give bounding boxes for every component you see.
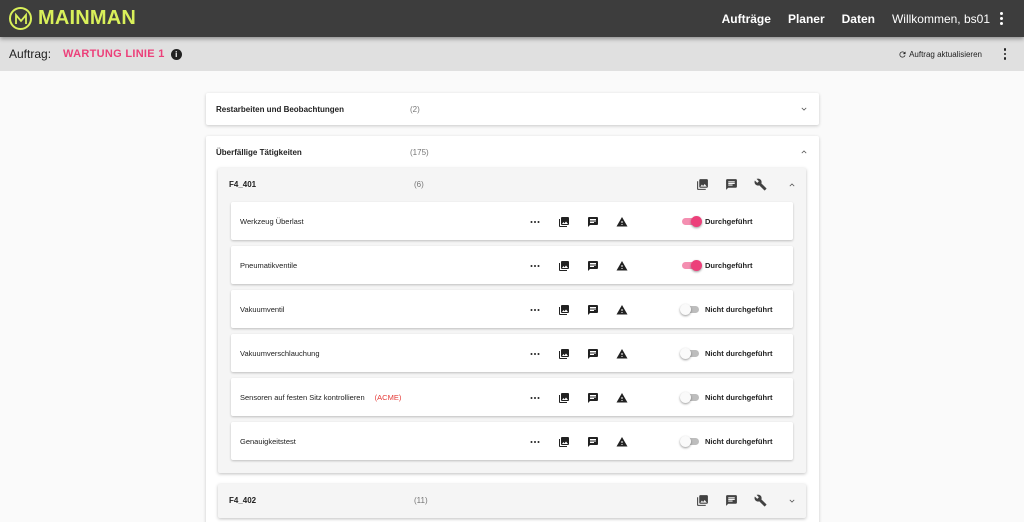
- order-label: Auftrag:: [9, 47, 52, 61]
- task-row[interactable]: Werkzeug Überlast Durchgeführt: [231, 202, 793, 240]
- chevron-down-icon[interactable]: [799, 104, 809, 114]
- warning-icon[interactable]: [616, 259, 628, 271]
- more-icon[interactable]: [529, 391, 541, 403]
- task-name: Genauigkeitstest: [240, 437, 306, 446]
- more-icon[interactable]: [529, 215, 541, 227]
- task-name: Werkzeug Überlast: [240, 217, 314, 226]
- task-title: Werkzeug Überlast: [240, 217, 304, 226]
- done-toggle[interactable]: [680, 304, 702, 315]
- gallery-icon[interactable]: [558, 391, 570, 403]
- group-count: (6): [414, 180, 424, 189]
- comment-icon[interactable]: [725, 494, 738, 507]
- refresh-label: Auftrag aktualisieren: [909, 49, 982, 59]
- gallery-icon[interactable]: [696, 178, 709, 191]
- done-toggle[interactable]: [680, 216, 702, 227]
- comment-icon[interactable]: [587, 215, 599, 227]
- wrench-icon[interactable]: [754, 178, 767, 191]
- task-status: Nicht durchgeführt: [705, 393, 773, 402]
- warning-icon[interactable]: [616, 435, 628, 447]
- more-icon[interactable]: [529, 347, 541, 359]
- group-count: (11): [414, 496, 428, 505]
- task-status: Durchgeführt: [705, 261, 753, 270]
- task-status: Nicht durchgeführt: [705, 349, 773, 358]
- comment-icon[interactable]: [587, 435, 599, 447]
- task-extra: (ACME): [374, 393, 402, 402]
- comment-icon[interactable]: [587, 347, 599, 359]
- task-name: Sensoren auf festen Sitz kontrollieren (A…: [240, 393, 401, 402]
- task-name: Pneumatikventile: [240, 261, 307, 270]
- user-greeting[interactable]: Willkommen, bs01: [892, 12, 990, 26]
- warning-icon[interactable]: [616, 391, 628, 403]
- user-menu-icon[interactable]: [994, 10, 1008, 28]
- gallery-icon[interactable]: [696, 494, 709, 507]
- section-title: Überfällige Tätigkeiten: [216, 147, 302, 157]
- task-row[interactable]: Vakuumverschlauchung Nicht durchgeführt: [231, 334, 793, 372]
- warning-icon[interactable]: [616, 303, 628, 315]
- gallery-icon[interactable]: [558, 435, 570, 447]
- gallery-icon[interactable]: [558, 303, 570, 315]
- task-name: Vakuumverschlauchung: [240, 349, 330, 358]
- task-title: Vakuumventil: [240, 305, 285, 314]
- order-bar: Auftrag: WARTUNG LINIE 1 i Auftrag aktua…: [0, 37, 1024, 71]
- gallery-icon[interactable]: [558, 215, 570, 227]
- gallery-icon[interactable]: [558, 259, 570, 271]
- warning-icon[interactable]: [616, 215, 628, 227]
- task-title: Vakuumverschlauchung: [240, 349, 320, 358]
- task-name: Vakuumventil: [240, 305, 294, 314]
- comment-icon[interactable]: [725, 178, 738, 191]
- nav-planer[interactable]: Planer: [788, 12, 825, 26]
- refresh-order-button[interactable]: Auftrag aktualisieren: [898, 50, 982, 59]
- task-title: Pneumatikventile: [240, 261, 298, 270]
- section-ueberfaellig: Überfällige Tätigkeiten (175) F4_401 (6)…: [206, 136, 819, 522]
- comment-icon[interactable]: [587, 391, 599, 403]
- section-header[interactable]: Restarbeiten und Beobachtungen (2): [206, 93, 819, 125]
- group-title: F4_402: [229, 496, 257, 505]
- done-toggle[interactable]: [680, 260, 702, 271]
- task-row[interactable]: Pneumatikventile Durchgeführt: [231, 246, 793, 284]
- gallery-icon[interactable]: [558, 347, 570, 359]
- task-status: Nicht durchgeführt: [705, 305, 773, 314]
- main-nav: Aufträge Planer Daten Willkommen, bs01: [722, 10, 1024, 28]
- task-status: Nicht durchgeführt: [705, 437, 773, 446]
- section-count: (2): [410, 104, 420, 114]
- order-name[interactable]: WARTUNG LINIE 1: [63, 48, 165, 60]
- nav-daten[interactable]: Daten: [842, 12, 875, 26]
- task-status: Durchgeführt: [705, 217, 753, 226]
- wrench-icon[interactable]: [754, 494, 767, 507]
- section-title: Restarbeiten und Beobachtungen: [216, 104, 345, 114]
- section-count: (175): [410, 147, 429, 157]
- comment-icon[interactable]: [587, 259, 599, 271]
- done-toggle[interactable]: [680, 392, 702, 403]
- done-toggle[interactable]: [680, 348, 702, 359]
- group-header[interactable]: F4_401 (6): [218, 168, 806, 202]
- group-f4-401: F4_401 (6) Werkzeug Überlast Durchgeführt…: [218, 168, 806, 473]
- info-icon[interactable]: i: [170, 48, 182, 60]
- more-icon[interactable]: [529, 259, 541, 271]
- section-restarbeiten[interactable]: Restarbeiten und Beobachtungen (2): [206, 93, 819, 125]
- logo[interactable]: MAINMAN: [9, 7, 136, 30]
- task-row[interactable]: Genauigkeitstest Nicht durchgeführt: [231, 422, 793, 460]
- order-menu-icon[interactable]: [1000, 46, 1010, 62]
- chevron-down-icon[interactable]: [787, 496, 797, 506]
- task-row[interactable]: Sensoren auf festen Sitz kontrollieren (A…: [231, 378, 793, 416]
- task-title: Genauigkeitstest: [240, 437, 296, 446]
- task-row[interactable]: Vakuumventil Nicht durchgeführt: [231, 290, 793, 328]
- done-toggle[interactable]: [680, 436, 702, 447]
- warning-icon[interactable]: [616, 347, 628, 359]
- refresh-icon: [899, 50, 906, 57]
- nav-auftraege[interactable]: Aufträge: [722, 12, 771, 26]
- group-header[interactable]: F4_402 (11): [218, 484, 806, 518]
- top-app-bar: MAINMAN Aufträge Planer Daten Willkommen…: [0, 0, 1024, 37]
- chevron-up-icon[interactable]: [799, 147, 809, 157]
- group-f4-402[interactable]: F4_402 (11): [218, 484, 806, 518]
- section-header[interactable]: Überfällige Tätigkeiten (175): [206, 136, 819, 168]
- chevron-up-icon[interactable]: [787, 180, 797, 190]
- brand-name: MAINMAN: [38, 7, 137, 29]
- group-title: F4_401: [229, 180, 257, 189]
- more-icon[interactable]: [529, 303, 541, 315]
- logo-icon: [9, 7, 32, 30]
- task-title: Sensoren auf festen Sitz kontrollieren: [240, 393, 365, 402]
- more-icon[interactable]: [529, 435, 541, 447]
- comment-icon[interactable]: [587, 303, 599, 315]
